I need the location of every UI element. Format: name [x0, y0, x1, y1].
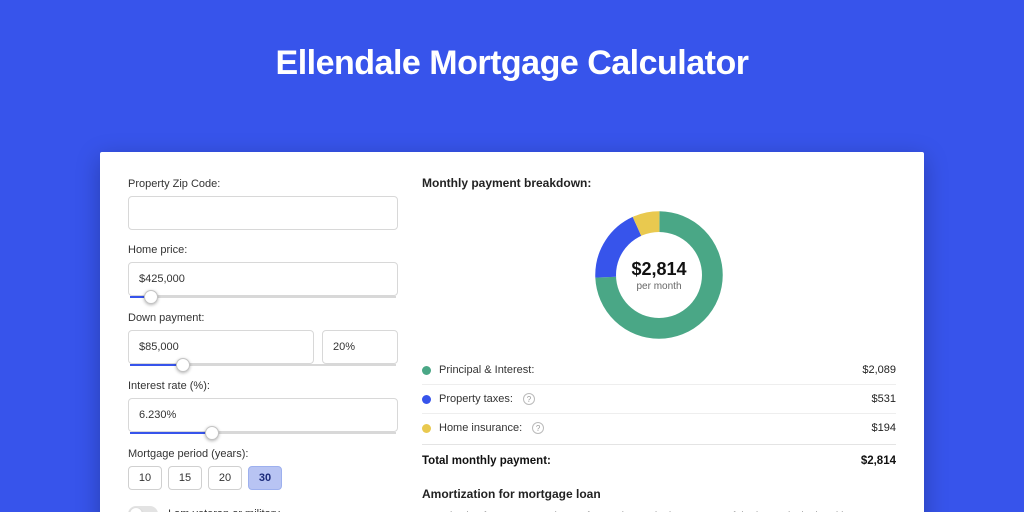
down-payment-slider[interactable] — [130, 364, 396, 366]
breakdown-header: Monthly payment breakdown: — [422, 176, 896, 190]
donut-center: $2,814 per month — [616, 232, 702, 318]
legend-value: $194 — [872, 422, 896, 434]
veteran-label: I am veteran or military — [168, 508, 280, 512]
zip-input[interactable] — [128, 196, 398, 230]
legend-row-taxes: Property taxes: ? $531 — [422, 385, 896, 414]
form-column: Property Zip Code: Home price: $425,000 … — [128, 176, 398, 512]
legend-label: Home insurance: — [439, 422, 522, 434]
donut-sub: per month — [636, 281, 681, 292]
down-payment-label: Down payment: — [128, 312, 398, 324]
help-icon[interactable]: ? — [532, 422, 544, 434]
interest-rate-input[interactable]: 6.230% — [128, 398, 398, 432]
down-payment-input[interactable]: $85,000 — [128, 330, 314, 364]
home-price-input[interactable]: $425,000 — [128, 262, 398, 296]
down-payment-slider-thumb[interactable] — [176, 358, 190, 372]
donut-chart: $2,814 per month — [595, 211, 723, 339]
card-inner: Property Zip Code: Home price: $425,000 … — [100, 152, 924, 512]
interest-rate-slider[interactable] — [130, 432, 396, 434]
dot-icon — [422, 395, 431, 404]
page-background: Ellendale Mortgage Calculator Property Z… — [0, 0, 1024, 512]
dot-icon — [422, 366, 431, 375]
legend: Principal & Interest: $2,089 Property ta… — [422, 356, 896, 442]
help-icon[interactable]: ? — [523, 393, 535, 405]
down-payment-pct-input[interactable]: 20% — [322, 330, 398, 364]
interest-rate-slider-thumb[interactable] — [205, 426, 219, 440]
dot-icon — [422, 424, 431, 433]
breakdown-column: Monthly payment breakdown: $2,814 per mo… — [422, 176, 896, 512]
legend-value: $531 — [872, 393, 896, 405]
total-row: Total monthly payment: $2,814 — [422, 444, 896, 481]
page-title: Ellendale Mortgage Calculator — [0, 0, 1024, 83]
period-option-10[interactable]: 10 — [128, 466, 162, 490]
total-label: Total monthly payment: — [422, 455, 551, 467]
legend-row-insurance: Home insurance: ? $194 — [422, 414, 896, 442]
period-option-15[interactable]: 15 — [168, 466, 202, 490]
donut-wrap: $2,814 per month — [422, 200, 896, 350]
donut-amount: $2,814 — [631, 259, 686, 280]
calculator-card: Property Zip Code: Home price: $425,000 … — [100, 152, 924, 512]
amortization-section: Amortization for mortgage loan Amortizat… — [422, 487, 896, 512]
total-value: $2,814 — [861, 455, 896, 467]
period-group: 10 15 20 30 — [128, 466, 398, 490]
home-price-label: Home price: — [128, 244, 398, 256]
amort-title: Amortization for mortgage loan — [422, 487, 896, 501]
zip-label: Property Zip Code: — [128, 178, 398, 190]
legend-label: Principal & Interest: — [439, 364, 534, 376]
legend-value: $2,089 — [862, 364, 896, 376]
home-price-slider[interactable] — [130, 296, 396, 298]
legend-row-principal: Principal & Interest: $2,089 — [422, 356, 896, 385]
period-option-30[interactable]: 30 — [248, 466, 282, 490]
period-option-20[interactable]: 20 — [208, 466, 242, 490]
interest-rate-label: Interest rate (%): — [128, 380, 398, 392]
legend-label: Property taxes: — [439, 393, 513, 405]
home-price-slider-thumb[interactable] — [144, 290, 158, 304]
period-label: Mortgage period (years): — [128, 448, 398, 460]
veteran-row: I am veteran or military — [128, 506, 398, 512]
veteran-toggle[interactable] — [128, 506, 158, 512]
